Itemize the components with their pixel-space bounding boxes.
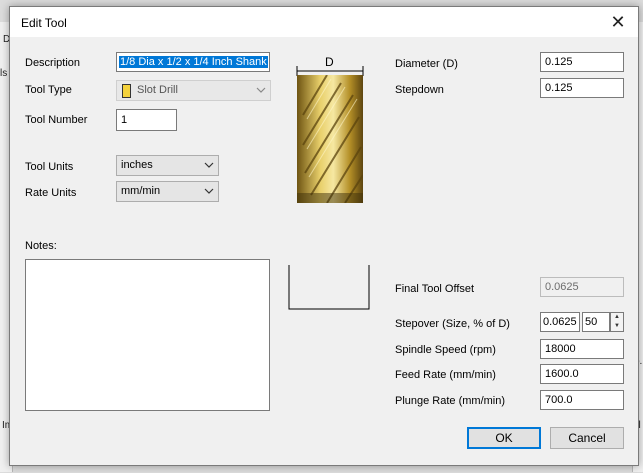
tool-type-label: Tool Type: [25, 84, 72, 96]
tool-type-value: Slot Drill: [137, 84, 178, 96]
stepdown-input[interactable]: 0.125: [540, 78, 624, 98]
tool-units-label: Tool Units: [25, 161, 74, 173]
cancel-button[interactable]: Cancel: [550, 427, 624, 449]
slot-drill-image: [297, 75, 363, 203]
final-tool-offset-label: Final Tool Offset: [395, 283, 475, 295]
tool-units-select[interactable]: inches: [116, 155, 219, 176]
plunge-rate-label: Plunge Rate (mm/min): [395, 395, 506, 407]
description-value: 1/8 Dia x 1/2 x 1/4 Inch Shank: [119, 56, 268, 68]
chevron-down-icon: [204, 157, 214, 176]
plunge-rate-input[interactable]: 700.0: [540, 390, 624, 410]
chevron-down-icon: [204, 183, 214, 202]
notes-textarea[interactable]: [25, 259, 270, 411]
rate-units-value: mm/min: [121, 185, 161, 197]
rate-units-label: Rate Units: [25, 187, 77, 199]
chevron-down-icon: [256, 82, 266, 101]
feed-rate-label: Feed Rate (mm/min): [395, 369, 496, 381]
notes-label: Notes:: [25, 240, 57, 252]
spindle-speed-label: Spindle Speed (rpm): [395, 344, 496, 356]
tool-number-input[interactable]: 1: [116, 109, 177, 131]
diameter-label: Diameter (D): [395, 58, 458, 70]
tool-number-label: Tool Number: [25, 114, 88, 126]
dialog-title: Edit Tool: [21, 16, 67, 30]
stepover-percent-input[interactable]: 50: [582, 312, 610, 332]
tool-units-value: inches: [121, 159, 153, 171]
edit-tool-dialog: Edit Tool ✕ Description 1/8 Dia x 1/2 x …: [9, 6, 639, 466]
rate-units-select[interactable]: mm/min: [116, 181, 219, 202]
ok-button[interactable]: OK: [467, 427, 541, 449]
cut-profile-diagram: [288, 265, 370, 310]
chevron-up-icon[interactable]: ▲: [611, 313, 623, 322]
close-icon[interactable]: ✕: [608, 12, 628, 32]
final-tool-offset-input: 0.0625: [540, 277, 624, 297]
stepover-label: Stepover (Size, % of D): [395, 318, 510, 330]
stepover-input[interactable]: 0.0625: [540, 312, 580, 332]
stepdown-label: Stepdown: [395, 84, 444, 96]
tool-diagram: D: [290, 55, 370, 215]
description-input[interactable]: 1/8 Dia x 1/2 x 1/4 Inch Shank: [116, 52, 270, 72]
description-label: Description: [25, 57, 81, 69]
stepover-percent-stepper[interactable]: ▲ ▼: [610, 312, 624, 332]
slot-drill-icon: [122, 84, 131, 98]
tool-type-select[interactable]: Slot Drill: [116, 80, 271, 101]
diameter-input[interactable]: 0.125: [540, 52, 624, 72]
chevron-down-icon[interactable]: ▼: [611, 322, 623, 331]
feed-rate-input[interactable]: 1600.0: [540, 364, 624, 384]
spindle-speed-input[interactable]: 18000: [540, 339, 624, 359]
title-bar: Edit Tool ✕: [10, 7, 638, 37]
